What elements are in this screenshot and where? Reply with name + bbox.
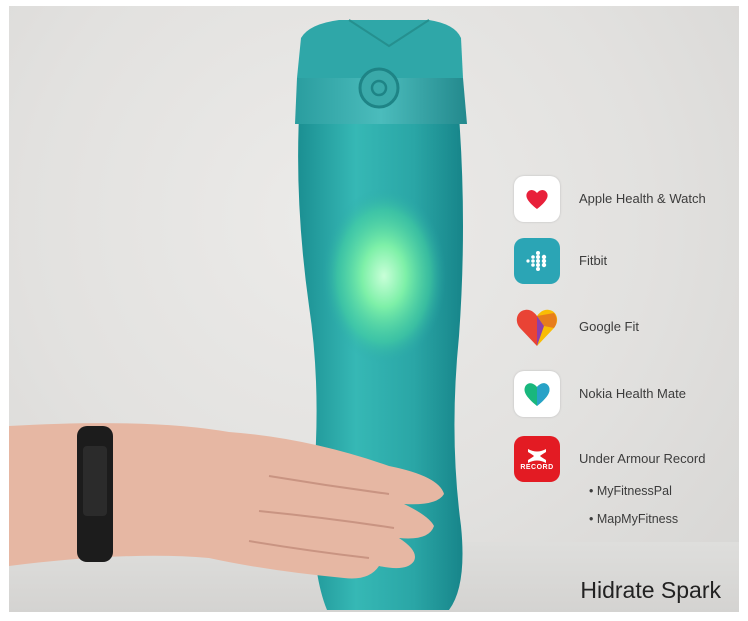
integration-label: Apple Health & Watch	[579, 191, 706, 206]
integration-apple-health: Apple Health & Watch	[514, 176, 739, 224]
integration-google-fit: Google Fit	[514, 304, 739, 352]
integration-nokia-health: Nokia Health Mate	[514, 371, 739, 419]
sub-integration-myfitnesspal: • MyFitnessPal	[589, 484, 672, 498]
record-icon-text: RECORD	[520, 463, 554, 471]
integration-label: Nokia Health Mate	[579, 386, 686, 401]
green-heart-icon	[514, 371, 560, 417]
sub-integration-mapmyfitness: • MapMyFitness	[589, 512, 679, 526]
integration-under-armour: RECORD Under Armour Record	[514, 436, 739, 484]
google-fit-heart-icon	[514, 304, 560, 350]
fitbit-dots-icon	[514, 238, 560, 284]
integration-label: Under Armour Record	[579, 451, 706, 466]
integration-fitbit: Fitbit	[514, 238, 739, 286]
product-caption: Hidrate Spark	[580, 577, 721, 603]
photo-scene: Apple Health & Watch Fitbit Google Fit N…	[9, 6, 739, 612]
under-armour-logo-icon: RECORD	[514, 436, 560, 482]
integration-label: Fitbit	[579, 253, 608, 268]
integration-label: Google Fit	[579, 319, 639, 334]
heart-icon	[514, 176, 560, 222]
